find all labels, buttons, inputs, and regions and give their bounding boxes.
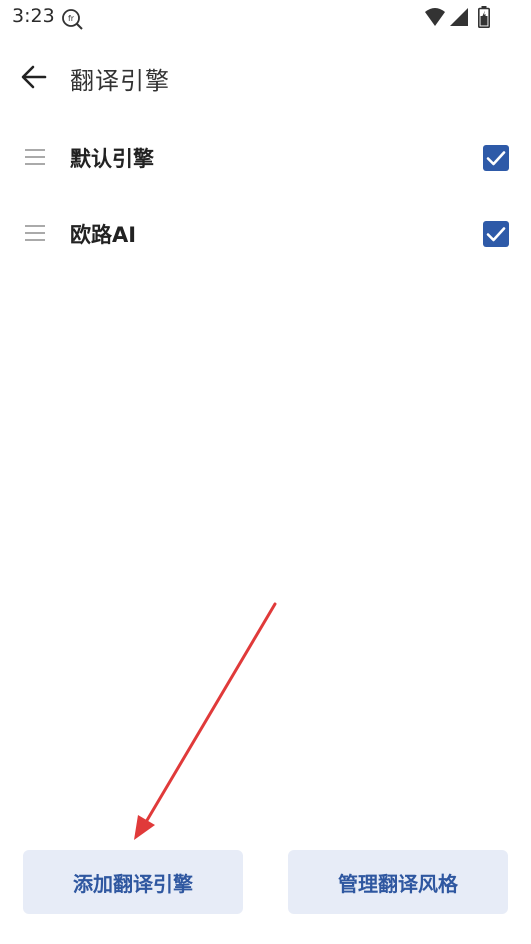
translate-search-icon: fr — [62, 9, 83, 30]
status-bar: 3:23 fr — [0, 0, 531, 36]
arrow-left-icon — [21, 65, 47, 89]
engine-checkbox[interactable] — [483, 145, 509, 171]
checkmark-icon — [486, 227, 506, 242]
app-bar: 翻译引擎 — [0, 48, 531, 106]
drag-handle-icon[interactable] — [24, 147, 46, 167]
engine-row-default[interactable]: 默认引擎 — [0, 125, 531, 189]
battery-icon — [478, 6, 490, 28]
engine-row-eudic-ai[interactable]: 欧路AI — [0, 201, 531, 265]
engine-label: 欧路AI — [70, 223, 137, 247]
wifi-icon — [425, 8, 445, 26]
engine-checkbox[interactable] — [483, 221, 509, 247]
svg-text:fr: fr — [68, 14, 75, 23]
signal-icon — [450, 8, 468, 26]
add-engine-button[interactable]: 添加翻译引擎 — [23, 850, 243, 914]
manage-style-button[interactable]: 管理翻译风格 — [288, 850, 508, 914]
back-button[interactable] — [16, 59, 52, 95]
status-time: 3:23 — [12, 5, 55, 27]
page-title: 翻译引擎 — [70, 67, 170, 95]
checkmark-icon — [486, 151, 506, 166]
drag-handle-icon[interactable] — [24, 223, 46, 243]
engine-label: 默认引擎 — [70, 147, 154, 171]
